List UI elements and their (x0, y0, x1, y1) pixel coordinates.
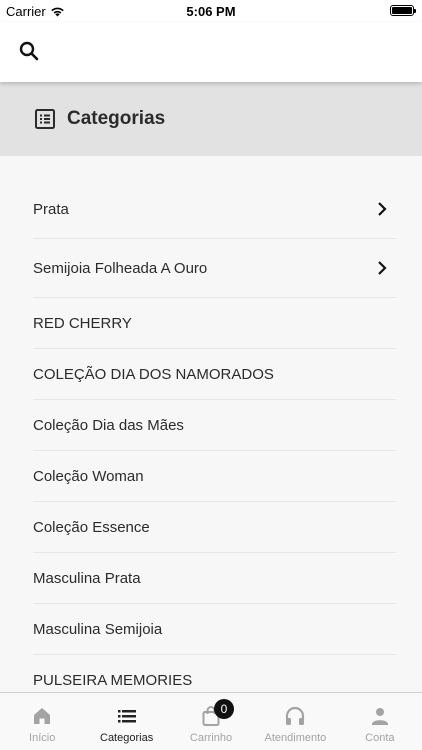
category-label: PULSEIRA MEMORIES (33, 671, 193, 689)
tab-inicio[interactable]: Início (0, 693, 84, 750)
category-item-semijoia-folheada[interactable]: Semijoia Folheada A Ouro (33, 239, 396, 298)
list-icon (35, 109, 55, 129)
status-time: 5:06 PM (186, 4, 236, 19)
category-item-red-cherry[interactable]: RED CHERRY (33, 298, 396, 349)
category-item-essence[interactable]: Coleção Essence (33, 502, 396, 553)
category-list: Prata Semijoia Folheada A Ouro RED CHERR… (0, 156, 422, 692)
tab-label: Categorias (100, 732, 154, 744)
page-title: Categorias (67, 108, 166, 129)
home-icon (30, 704, 54, 728)
category-item-masculina-prata[interactable]: Masculina Prata (33, 553, 396, 604)
category-label: COLEÇÃO DIA DOS NAMORADOS (33, 365, 274, 383)
category-label: RED CHERRY (33, 314, 132, 332)
category-label: Coleção Dia das Mães (33, 416, 184, 434)
tab-bar: Início Categorias 0 Carrinho Atendimento… (0, 692, 422, 750)
chevron-right-icon (378, 261, 387, 275)
category-label: Coleção Essence (33, 518, 150, 536)
category-label: Prata (33, 200, 69, 218)
tab-label: Atendimento (264, 732, 327, 744)
list-icon (115, 704, 139, 728)
category-item-prata[interactable]: Prata (33, 180, 396, 239)
person-icon (368, 704, 392, 728)
category-label: Masculina Semijoia (33, 620, 163, 638)
battery-icon (390, 5, 416, 16)
tab-label: Início (29, 732, 56, 744)
top-bar (0, 22, 422, 82)
category-item-dia-dos-namorados[interactable]: COLEÇÃO DIA DOS NAMORADOS (33, 349, 396, 400)
search-button[interactable] (14, 36, 44, 66)
category-label: Coleção Woman (33, 467, 144, 485)
tab-conta[interactable]: Conta (338, 693, 422, 750)
tab-atendimento[interactable]: Atendimento (253, 693, 337, 750)
category-item-masculina-semijoia[interactable]: Masculina Semijoia (33, 604, 396, 655)
categories-header: Categorias (0, 82, 422, 156)
status-bar: Carrier 5:06 PM (0, 0, 422, 22)
tab-label: Conta (365, 732, 395, 744)
tab-label: Carrinho (189, 732, 233, 744)
category-item-woman[interactable]: Coleção Woman (33, 451, 396, 502)
category-item-pulseira-memories[interactable]: PULSEIRA MEMORIES (33, 655, 396, 692)
headphones-icon (283, 704, 307, 728)
tab-carrinho[interactable]: 0 Carrinho (169, 693, 253, 750)
category-label: Masculina Prata (33, 569, 141, 587)
search-icon (19, 41, 39, 61)
cart-count-badge: 0 (214, 699, 235, 719)
category-item-dia-das-maes[interactable]: Coleção Dia das Mães (33, 400, 396, 451)
chevron-right-icon (378, 202, 387, 216)
category-label: Semijoia Folheada A Ouro (33, 259, 208, 277)
tab-categorias[interactable]: Categorias (84, 693, 168, 750)
